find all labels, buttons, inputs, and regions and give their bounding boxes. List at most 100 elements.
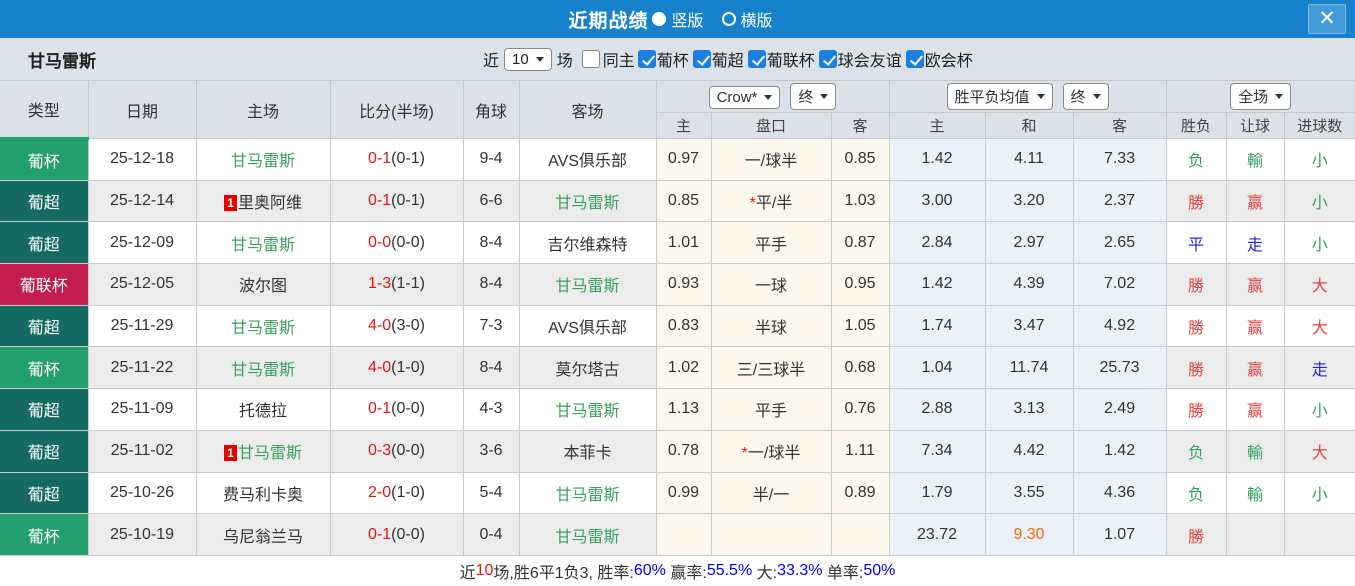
home-team-name: 托德拉 (238, 403, 287, 421)
score-fulltime: 4-0 (368, 317, 392, 335)
checkbox-pt-cup[interactable] (637, 50, 656, 68)
avg-type-select[interactable]: 胜平负均值 (946, 83, 1053, 110)
eu-away-odds: 25.73 (1072, 346, 1167, 390)
away-team-name: 吉尔维森特 (547, 236, 628, 254)
eu-away-odds: 4.92 (1072, 304, 1167, 348)
away-team-name: 甘马雷斯 (555, 528, 620, 546)
summary-bar: 近 10 场,胜6平1负3, 胜率: 60% 赢率: 55.5% 大: 33.3% 单率:… (0, 555, 1355, 586)
result-handicap: 輸 (1225, 429, 1285, 473)
games-label: 场 (556, 53, 573, 70)
ah-line: 三/三球半 (710, 346, 832, 390)
summary-prefix: 近 (459, 564, 476, 582)
league-filter-pt-league: 葡超 (690, 47, 744, 71)
home-team-name: 甘马雷斯 (230, 153, 295, 171)
result-goals: 小 (1283, 221, 1355, 265)
score-halftime: (0-0) (391, 400, 425, 418)
col-header-eu-draw: 和 (984, 112, 1074, 139)
scope-select[interactable]: 全场 (1230, 83, 1292, 110)
match-date: 25-12-09 (87, 221, 197, 265)
score-fulltime: 0-0 (368, 233, 392, 251)
result-handicap: 走 (1225, 221, 1285, 265)
checkbox-pt-league-cup[interactable] (747, 50, 766, 68)
away-team-name: 本菲卡 (563, 445, 612, 463)
ah-home-odds: 0.93 (655, 263, 712, 306)
result-goals: 大 (1283, 304, 1355, 348)
home-team: 乌尼翁兰马 (195, 513, 331, 556)
same-home-checkbox[interactable] (581, 50, 600, 68)
home-team: 1 甘马雷斯 (195, 429, 331, 473)
home-team: 甘马雷斯 (195, 138, 331, 181)
league-filter-uecl: 欧会杯 (903, 47, 973, 71)
eu-away-odds: 1.42 (1072, 429, 1167, 473)
result-outcome: 勝 (1165, 346, 1227, 390)
ah-home-odds: 1.01 (655, 221, 712, 265)
league-filter-pt-cup: 葡杯 (635, 47, 689, 71)
away-team: AVS俱乐部 (518, 138, 657, 181)
table-row: 葡超 25-11-02 1 甘马雷斯 0-3(0-0) 3-6 本菲卡 0.78 … (0, 429, 1355, 473)
away-team-name: 甘马雷斯 (555, 278, 620, 296)
score-fulltime: 1-3 (368, 275, 392, 293)
ah-home-odds: 0.78 (655, 429, 712, 473)
checkbox-pt-league[interactable] (692, 50, 711, 68)
eu-home-odds: 1.42 (888, 138, 986, 181)
score: 0-1(0-1) (329, 138, 464, 181)
match-type-badge: 葡超 (0, 304, 89, 348)
ah-home-odds: 1.02 (655, 346, 712, 390)
away-team: 甘马雷斯 (518, 513, 657, 556)
radio-horizontal-layout[interactable] (721, 12, 736, 26)
ah-line: *平/半 (710, 179, 832, 223)
home-team: 1 里奥阿维 (195, 179, 331, 223)
score-halftime: (0-0) (391, 233, 425, 251)
table-row: 葡杯 25-12-18 甘马雷斯 0-1(0-1) 9-4 AVS俱乐部 0.9… (0, 138, 1355, 181)
table-row: 葡超 25-11-29 甘马雷斯 4-0(3-0) 7-3 AVS俱乐部 0.8… (0, 304, 1355, 348)
home-team: 费马利卡奥 (195, 471, 331, 515)
ah-home-odds: 0.83 (655, 304, 712, 348)
result-outcome: 负 (1165, 429, 1227, 473)
ah-home-odds (655, 513, 712, 556)
result-handicap: 輸 (1225, 471, 1285, 515)
col-header-away: 客场 (518, 80, 657, 139)
chevron-down-icon (535, 56, 544, 62)
result-goals: 小 (1283, 388, 1355, 431)
odds-stage-select-1[interactable]: 终 (790, 83, 837, 110)
radio-vertical-layout[interactable] (652, 12, 667, 26)
bookmaker-select[interactable]: Crow* (708, 86, 781, 109)
result-outcome: 平 (1165, 221, 1227, 265)
match-date: 25-12-18 (87, 138, 197, 181)
score-halftime: (1-0) (391, 358, 425, 376)
eu-home-odds: 2.84 (888, 221, 986, 265)
corners: 9-4 (462, 138, 520, 181)
result-handicap (1225, 513, 1285, 556)
result-handicap: 輸 (1225, 138, 1285, 181)
score: 0-1(0-0) (329, 388, 464, 431)
home-team-name: 波尔图 (238, 278, 287, 296)
corners: 5-4 (462, 471, 520, 515)
col-header-goals: 进球数 (1283, 112, 1355, 139)
close-button[interactable]: ✕ (1308, 4, 1346, 34)
score-fulltime: 2-0 (368, 483, 392, 501)
corners: 3-6 (462, 429, 520, 473)
score-fulltime: 0-1 (368, 400, 392, 418)
score-halftime: (0-1) (391, 192, 425, 210)
home-team-name: 甘马雷斯 (237, 445, 302, 463)
checkbox-uecl[interactable] (905, 50, 924, 68)
handicap-odds-header: Crow* 终 (655, 80, 890, 113)
col-header-score: 比分(半场) (329, 80, 464, 139)
away-team: 莫尔塔古 (518, 346, 657, 390)
score-fulltime: 0-1 (368, 150, 392, 168)
recent-count-select[interactable]: 10 (504, 47, 552, 71)
match-type-badge: 葡超 (0, 179, 89, 223)
result-outcome: 勝 (1165, 513, 1227, 556)
table-row: 葡杯 25-10-19 乌尼翁兰马 0-1(0-0) 0-4 甘马雷斯 23.7… (0, 513, 1355, 556)
away-team: AVS俱乐部 (518, 304, 657, 348)
match-date: 25-11-02 (87, 429, 197, 473)
home-team-name: 甘马雷斯 (230, 361, 295, 379)
checkbox-club-friendly[interactable] (818, 50, 837, 68)
match-type-badge: 葡联杯 (0, 263, 89, 306)
odds-stage-select-2[interactable]: 终 (1062, 83, 1109, 110)
ah-away-odds: 0.85 (830, 138, 890, 181)
ah-home-odds: 0.97 (655, 138, 712, 181)
ah-line: 平手 (710, 388, 832, 431)
score-halftime: (0-1) (391, 150, 425, 168)
match-type-badge: 葡杯 (0, 513, 89, 556)
